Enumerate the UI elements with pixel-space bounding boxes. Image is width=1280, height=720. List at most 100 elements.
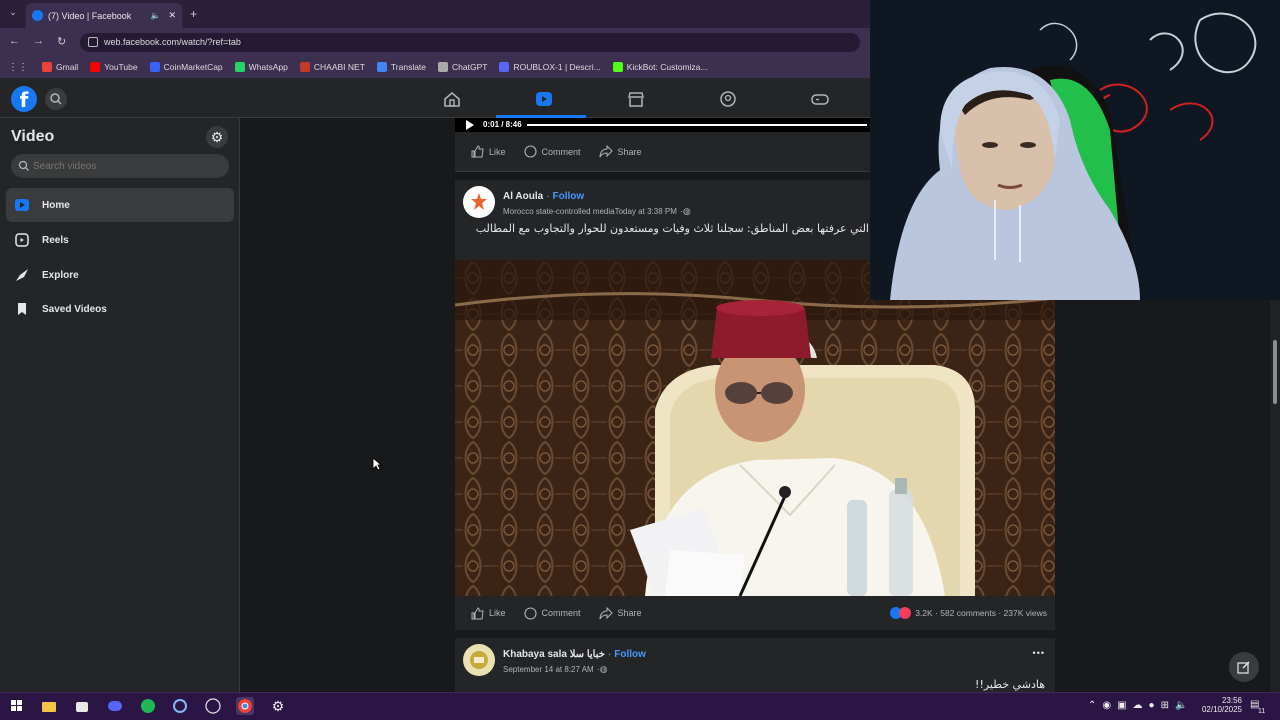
bookmark-label: KickBot: Customiza... bbox=[626, 62, 708, 72]
new-tab-icon[interactable]: + bbox=[190, 7, 197, 21]
video-nav-icon[interactable] bbox=[534, 90, 554, 108]
post1-dot: · bbox=[546, 191, 550, 202]
new-message-button[interactable] bbox=[1229, 652, 1259, 682]
post1-actions: Like Comment Share 3.2K · 582 comments ·… bbox=[455, 596, 1055, 630]
like-button[interactable]: Like bbox=[471, 606, 506, 620]
clock[interactable]: 23:56 02/10/2025 bbox=[1200, 696, 1242, 714]
like-icon bbox=[471, 145, 484, 158]
bookmark-item[interactable]: ROUBLOX-1 | Descri... bbox=[499, 62, 601, 72]
post2-author[interactable]: Khabaya sala خبايا سلا bbox=[503, 649, 605, 660]
discord-icon[interactable] bbox=[106, 697, 124, 715]
like-button[interactable]: Like bbox=[471, 145, 506, 158]
bookmark-favicon-icon bbox=[90, 62, 101, 72]
bookmark-item[interactable]: YouTube bbox=[90, 62, 138, 72]
bookmark-item[interactable]: KickBot: Customiza... bbox=[612, 62, 708, 72]
chrome-icon[interactable] bbox=[236, 697, 254, 715]
site-info-icon[interactable] bbox=[88, 37, 98, 47]
groups-nav-icon[interactable] bbox=[718, 90, 738, 108]
clock-date: 02/10/2025 bbox=[1201, 705, 1242, 714]
obs-icon[interactable] bbox=[204, 697, 222, 715]
video-progress-bar[interactable] bbox=[527, 124, 867, 126]
windows-logo-icon bbox=[11, 700, 22, 711]
comment-button[interactable]: Comment bbox=[523, 145, 581, 158]
url-field[interactable]: web.facebook.com/watch/?ref=tab bbox=[80, 33, 860, 52]
share-button[interactable]: Share bbox=[599, 606, 642, 620]
system-tray-icons[interactable]: ⌃◉▣☁●⊞🔈 bbox=[1088, 700, 1193, 711]
clock-time: 23:56 bbox=[1221, 696, 1242, 705]
post1-video[interactable] bbox=[455, 260, 1055, 596]
bookmark-item[interactable]: ChatGPT bbox=[438, 62, 487, 72]
sidebar-item-label: Explore bbox=[42, 269, 79, 281]
tab-list-icon[interactable]: ⌄ bbox=[6, 7, 20, 21]
bookmark-label: Gmail bbox=[56, 62, 79, 72]
saved-icon bbox=[14, 301, 30, 317]
store-icon[interactable] bbox=[73, 697, 91, 715]
browser-tab[interactable]: (7) Video | Facebook 🔈 ✕ bbox=[26, 3, 182, 28]
share-icon bbox=[599, 145, 613, 158]
post2-caption: هادشي خطير!! bbox=[975, 678, 1045, 691]
search-button[interactable] bbox=[45, 88, 67, 110]
khabaya-sala-avatar[interactable] bbox=[463, 644, 495, 676]
bookmark-label: WhatsApp bbox=[248, 62, 288, 72]
post1-follow-button[interactable]: Follow bbox=[553, 191, 585, 202]
comment-icon bbox=[523, 145, 537, 158]
bookmark-label: ChatGPT bbox=[452, 62, 488, 72]
share-button[interactable]: Share bbox=[599, 145, 642, 158]
gaming-nav-icon[interactable] bbox=[810, 90, 830, 108]
settings-gear-icon[interactable]: ⚙ bbox=[206, 126, 228, 148]
al-aoula-logo-icon bbox=[471, 193, 487, 210]
sidebar-item-saved-videos[interactable]: Saved Videos bbox=[6, 292, 234, 326]
marketplace-nav-icon[interactable] bbox=[626, 90, 646, 108]
bookmark-label: CoinMarketCap bbox=[163, 62, 223, 72]
al-aoula-avatar[interactable] bbox=[463, 186, 495, 218]
post2-globe-icon: ·◍ bbox=[596, 664, 608, 674]
home-nav-icon[interactable] bbox=[442, 90, 462, 108]
post1-stats[interactable]: 3.2K · 582 comments · 237K views bbox=[890, 607, 1047, 619]
tab-close-icon[interactable]: ✕ bbox=[168, 10, 176, 21]
bookmark-item[interactable]: CoinMarketCap bbox=[149, 62, 223, 72]
mouse-cursor-icon bbox=[372, 457, 382, 471]
page-scrollbar[interactable] bbox=[1270, 300, 1280, 692]
search-videos-field[interactable] bbox=[11, 154, 229, 178]
scrollbar-thumb[interactable] bbox=[1273, 340, 1277, 404]
share-label: Share bbox=[617, 146, 642, 157]
post2-author-row: Khabaya sala خبايا سلا · Follow bbox=[503, 649, 646, 660]
share-label: Share bbox=[617, 608, 642, 618]
bookmark-item[interactable]: WhatsApp bbox=[234, 62, 288, 72]
sidebar-item-reels[interactable]: Reels bbox=[6, 223, 234, 257]
video-home-icon bbox=[14, 197, 30, 213]
streamer-webcam-illustration bbox=[870, 0, 1280, 300]
sidebar-item-explore[interactable]: Explore bbox=[6, 258, 234, 292]
sidebar-item-label: Reels bbox=[42, 234, 69, 246]
reload-icon[interactable]: ↻ bbox=[57, 35, 66, 48]
tab-audio-icon[interactable]: 🔈 bbox=[150, 11, 160, 20]
sidebar-title: Video bbox=[11, 128, 55, 145]
file-explorer-icon[interactable] bbox=[40, 697, 58, 715]
settings-icon[interactable]: ⚙ bbox=[269, 697, 287, 715]
bookmark-item[interactable]: CHAABI NET bbox=[299, 62, 365, 72]
post2-follow-button[interactable]: Follow bbox=[614, 649, 646, 660]
start-button[interactable] bbox=[8, 697, 26, 715]
forward-icon[interactable]: → bbox=[33, 35, 44, 47]
search-videos-icon bbox=[18, 160, 29, 171]
comment-icon bbox=[523, 606, 537, 620]
back-icon[interactable]: ← bbox=[9, 35, 20, 47]
bookmark-favicon-icon bbox=[42, 62, 52, 72]
post2-header: Khabaya sala خبايا سلا · Follow Septembe… bbox=[455, 638, 1055, 692]
spotify-icon[interactable] bbox=[139, 697, 157, 715]
sidebar-item-home[interactable]: Home bbox=[6, 188, 234, 222]
search-icon bbox=[50, 93, 62, 105]
apps-icon[interactable]: ⋮⋮ bbox=[8, 62, 28, 73]
facebook-logo-icon[interactable]: f bbox=[11, 86, 37, 112]
bookmark-favicon-icon bbox=[499, 62, 510, 72]
bookmark-item[interactable]: Gmail bbox=[42, 62, 78, 72]
comment-label: Comment bbox=[541, 608, 581, 618]
comment-button[interactable]: Comment bbox=[523, 606, 581, 620]
sidebar-item-label: Home bbox=[42, 199, 70, 211]
play-icon[interactable] bbox=[465, 119, 475, 131]
bookmark-item[interactable]: Translate bbox=[376, 62, 426, 72]
post2-more-icon[interactable]: ••• bbox=[1033, 648, 1045, 658]
search-videos-input[interactable] bbox=[33, 160, 223, 172]
post1-author[interactable]: Al Aoula bbox=[503, 191, 543, 202]
app-circle-icon[interactable] bbox=[171, 697, 189, 715]
